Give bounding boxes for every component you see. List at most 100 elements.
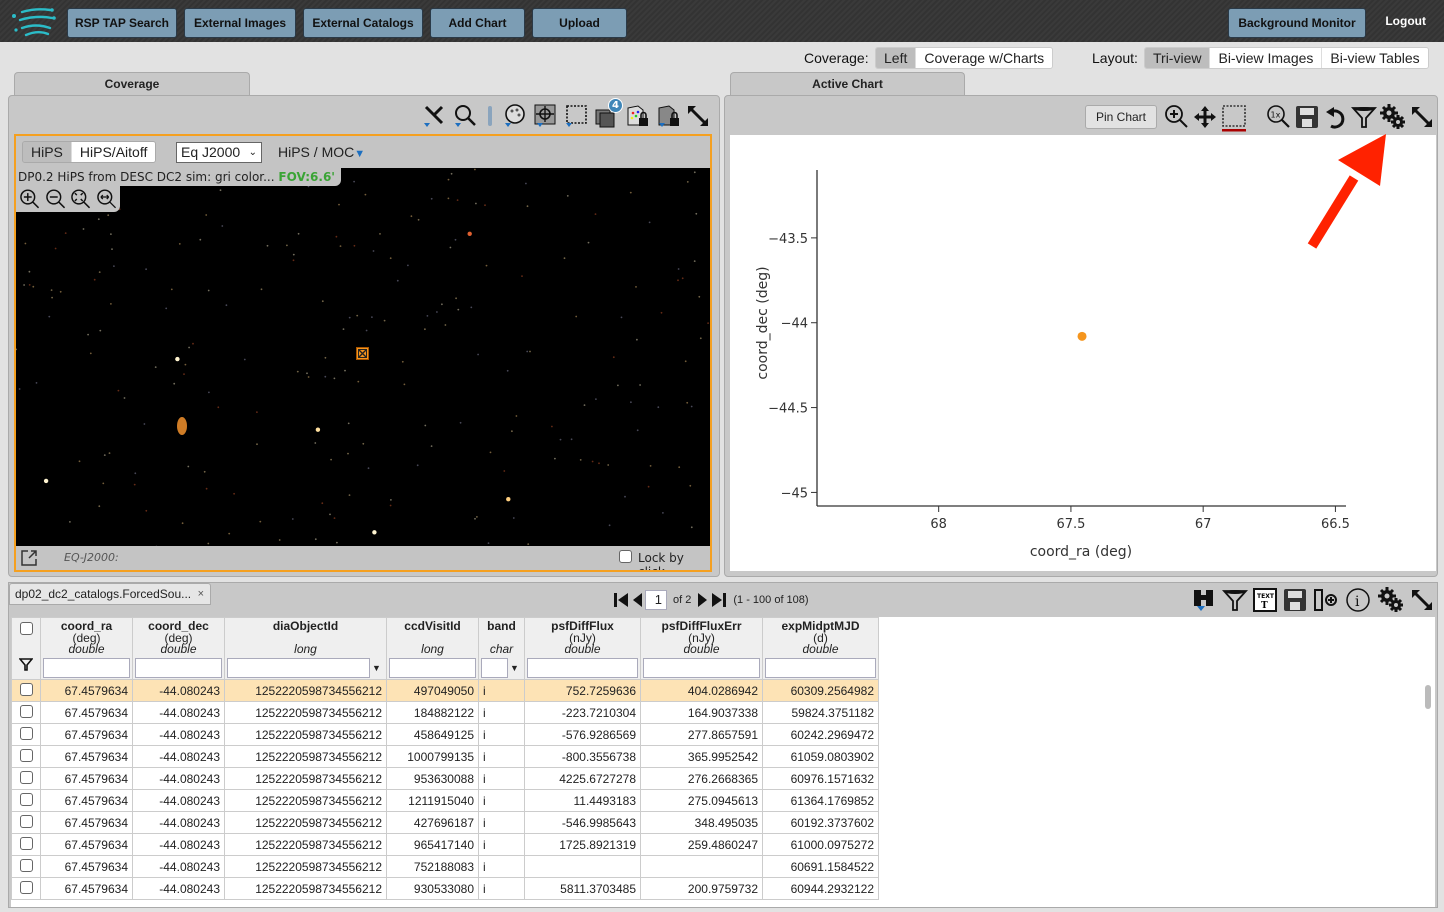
tab-coverage[interactable]: Coverage: [14, 72, 250, 96]
table-row[interactable]: 67.4579634 -44.080243 1252220598734556212 4…: [11, 723, 879, 746]
row-checkbox[interactable]: [19, 770, 33, 784]
column-filter-input[interactable]: [227, 658, 370, 678]
lock-by-click-checkbox[interactable]: [619, 550, 632, 563]
binoculars-icon[interactable]: [1191, 587, 1217, 613]
zoom-fit-icon[interactable]: [69, 188, 93, 210]
table-row[interactable]: 67.4579634 -44.080243 1252220598734556212 1…: [11, 701, 879, 724]
row-checkbox[interactable]: [19, 704, 33, 718]
column-header-coord_dec[interactable]: coord_dec (deg) double: [132, 617, 225, 680]
table-row[interactable]: 67.4579634 -44.080243 1252220598734556212 9…: [11, 877, 879, 900]
row-checkbox[interactable]: [19, 748, 33, 762]
table-row[interactable]: 67.4579634 -44.080243 1252220598734556212 9…: [11, 833, 879, 856]
filter-dropdown-icon[interactable]: ▼: [372, 663, 381, 673]
column-header-ccdVisitId[interactable]: ccdVisitId long: [386, 617, 479, 680]
catalog-marker-icon[interactable]: [356, 347, 369, 360]
layout-bi-view-tables-option[interactable]: Bi-view Tables: [1321, 48, 1428, 68]
coverage-left-option[interactable]: Left: [876, 48, 916, 68]
logout-link[interactable]: Logout: [1385, 14, 1426, 28]
column-filter-input[interactable]: [389, 658, 476, 678]
text-view-icon[interactable]: TEXTT: [1252, 587, 1278, 613]
catalog-lock-icon[interactable]: [624, 102, 652, 130]
external-catalogs-button[interactable]: External Catalogs: [303, 8, 423, 38]
row-checkbox[interactable]: [19, 858, 33, 872]
table-scrollbar[interactable]: [1425, 685, 1431, 709]
column-header-band[interactable]: band char ▼: [478, 617, 525, 680]
row-checkbox[interactable]: [19, 880, 33, 894]
expand-icon[interactable]: [684, 102, 712, 130]
table-row[interactable]: 67.4579634 -44.080243 1252220598734556212 7…: [11, 855, 879, 878]
column-filter-input[interactable]: [135, 658, 222, 678]
pin-chart-button[interactable]: Pin Chart: [1085, 105, 1157, 129]
color-palette-icon[interactable]: [501, 102, 529, 130]
save-icon[interactable]: [1294, 104, 1320, 130]
select-area-icon[interactable]: [562, 102, 590, 130]
filter-toggle-icon[interactable]: [14, 657, 38, 674]
zoom-in-icon[interactable]: [18, 188, 42, 210]
zoom-out-icon[interactable]: [44, 188, 68, 210]
upload-button[interactable]: Upload: [532, 8, 627, 38]
table-row[interactable]: 67.4579634 -44.080243 1252220598734556212 4…: [11, 811, 879, 834]
filter-dropdown-icon[interactable]: ▼: [510, 663, 519, 673]
filter-icon[interactable]: [1351, 104, 1377, 130]
column-header-expMidptMJD[interactable]: expMidptMJD (d) double: [762, 617, 879, 680]
hips-option[interactable]: HiPS: [23, 142, 71, 162]
prev-page-icon[interactable]: [631, 591, 643, 609]
hips-moc-menu[interactable]: HiPS / MOC▼: [278, 144, 365, 160]
data-point[interactable]: [1077, 331, 1087, 341]
add-chart-button[interactable]: Add Chart: [430, 8, 525, 38]
table-row[interactable]: 67.4579634 -44.080243 1252220598734556212 4…: [11, 679, 879, 702]
zoom-reset-icon[interactable]: 1x: [1265, 104, 1291, 130]
row-checkbox[interactable]: [19, 792, 33, 806]
layout-tri-view-option[interactable]: Tri-view: [1145, 48, 1210, 68]
table-tab[interactable]: dp02_dc2_catalogs.ForcedSou... ×: [9, 583, 211, 605]
pan-icon[interactable]: [1192, 104, 1218, 130]
restore-icon[interactable]: [1323, 104, 1349, 130]
table-filter-icon[interactable]: [1222, 587, 1248, 613]
column-filter-input[interactable]: [765, 658, 876, 678]
column-header-psfDiffFluxErr[interactable]: psfDiffFluxErr (nJy) double: [640, 617, 763, 680]
layout-bi-view-images-option[interactable]: Bi-view Images: [1209, 48, 1322, 68]
last-page-icon[interactable]: [711, 591, 727, 609]
column-filter-input[interactable]: [643, 658, 760, 678]
first-page-icon[interactable]: [613, 591, 629, 609]
row-checkbox[interactable]: [19, 726, 33, 740]
chart-expand-icon[interactable]: [1409, 104, 1435, 130]
row-checkbox[interactable]: [19, 836, 33, 850]
row-checkbox[interactable]: [19, 682, 33, 696]
column-header-psfDiffFlux[interactable]: psfDiffFlux (nJy) double: [524, 617, 641, 680]
chart-zoom-icon[interactable]: [1163, 104, 1189, 130]
tab-active-chart[interactable]: Active Chart: [730, 72, 965, 96]
info-icon[interactable]: i: [1345, 587, 1371, 613]
coverage-with-charts-option[interactable]: Coverage w/Charts: [915, 48, 1053, 68]
page-input[interactable]: 1: [645, 590, 667, 610]
hips-image-viewer[interactable]: HiPS HiPS/Aitoff Eq J2000 ⌄ HiPS / MOC▼ D…: [14, 134, 712, 572]
tools-icon[interactable]: [421, 102, 449, 130]
image-lock-icon[interactable]: [655, 102, 683, 130]
add-column-icon[interactable]: [1312, 587, 1338, 613]
external-link-icon[interactable]: [20, 549, 38, 567]
coord-system-select[interactable]: Eq J2000 ⌄: [176, 142, 262, 163]
close-tab-icon[interactable]: ×: [198, 584, 204, 604]
external-images-button[interactable]: External Images: [184, 8, 296, 38]
zoom-fill-width-icon[interactable]: [95, 188, 119, 210]
column-header-diaObjectId[interactable]: diaObjectId long ▼: [224, 617, 387, 680]
column-header-coord_ra[interactable]: coord_ra (deg) double: [40, 617, 133, 680]
column-filter-input[interactable]: [527, 658, 638, 678]
column-filter-input[interactable]: [481, 658, 508, 678]
chart-select-icon[interactable]: [1221, 104, 1247, 132]
table-row[interactable]: 67.4579634 -44.080243 1252220598734556212 9…: [11, 767, 879, 790]
table-save-icon[interactable]: [1282, 587, 1308, 613]
next-page-icon[interactable]: [697, 591, 709, 609]
crosshair-icon[interactable]: [531, 102, 559, 130]
table-expand-icon[interactable]: [1409, 587, 1435, 613]
search-magnifier-icon[interactable]: [451, 102, 479, 130]
background-monitor-button[interactable]: Background Monitor: [1228, 8, 1366, 38]
column-filter-input[interactable]: [43, 658, 130, 678]
row-checkbox[interactable]: [19, 814, 33, 828]
table-row[interactable]: 67.4579634 -44.080243 1252220598734556212 1…: [11, 789, 879, 812]
table-settings-icon[interactable]: [1377, 586, 1405, 614]
table-row[interactable]: 67.4579634 -44.080243 1252220598734556212 1…: [11, 745, 879, 768]
settings-gear-icon[interactable]: [1379, 103, 1407, 131]
hips-aitoff-option[interactable]: HiPS/Aitoff: [70, 142, 156, 162]
layers-icon[interactable]: 4: [593, 98, 623, 130]
